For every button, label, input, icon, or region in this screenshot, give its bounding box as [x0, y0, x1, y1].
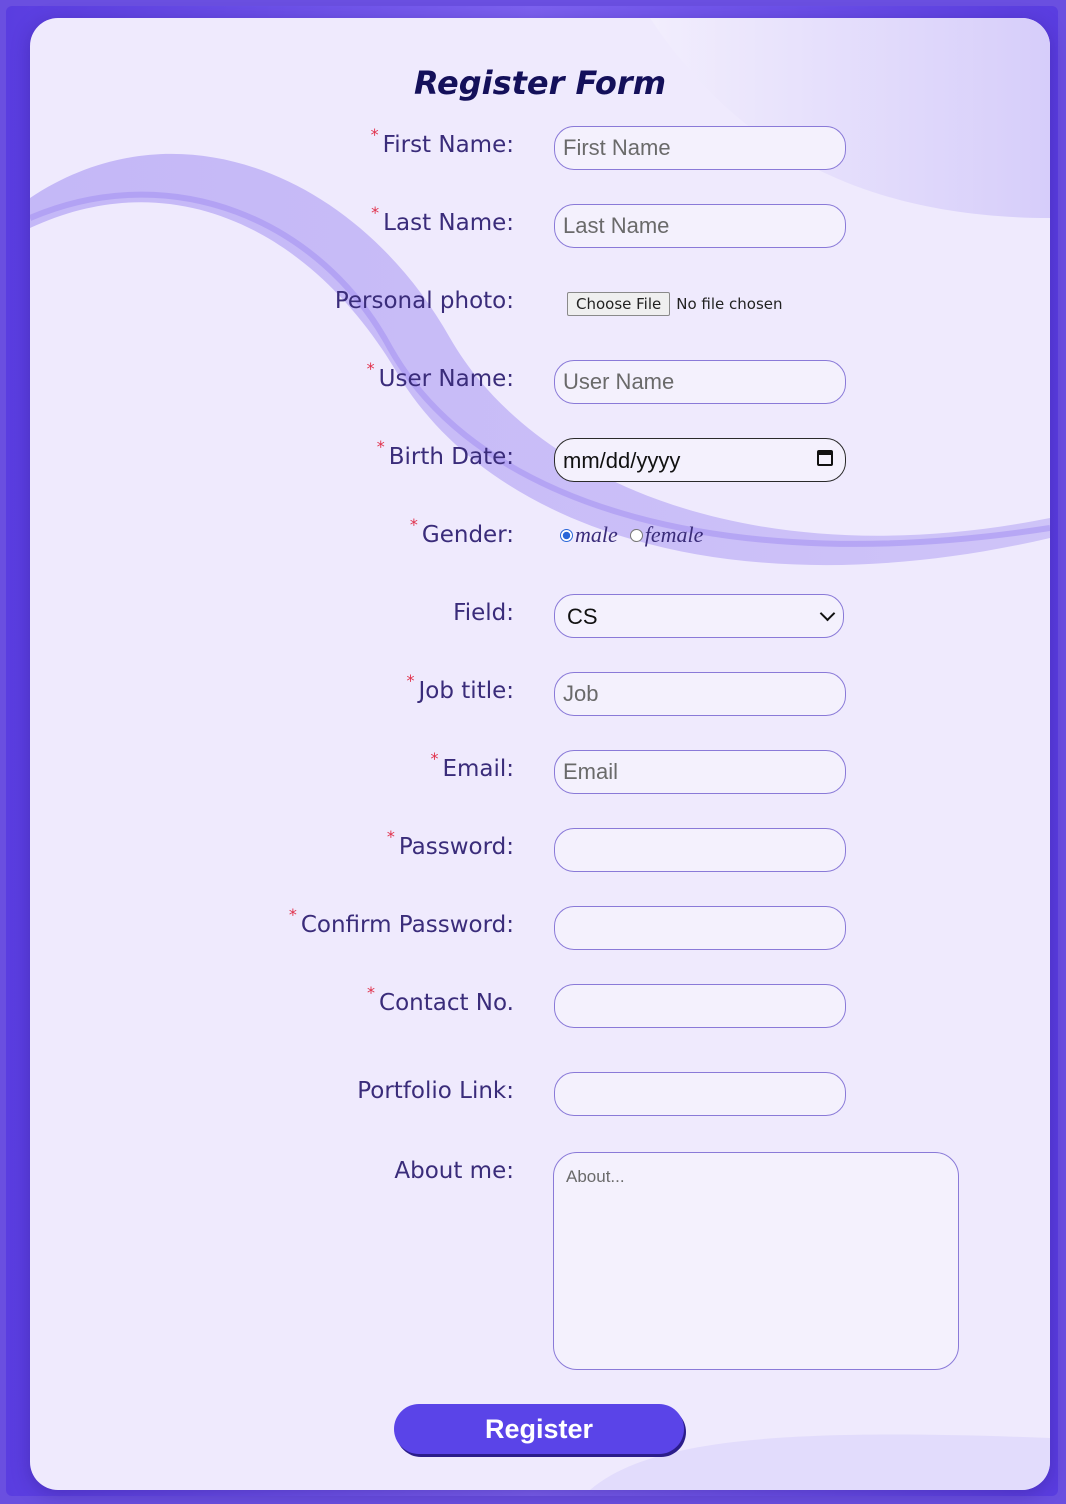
email-label: * Email: — [430, 749, 514, 782]
about-label: About me: — [394, 1158, 514, 1184]
required-mark: * — [367, 983, 376, 1002]
last-name-row: * Last Name: — [30, 203, 1050, 248]
field-row: Field: CS — [30, 594, 1050, 638]
calendar-icon[interactable] — [817, 450, 833, 466]
portfolio-label: Portfolio Link: — [357, 1078, 514, 1104]
birth-date-value: mm/dd/yyyy — [563, 448, 681, 473]
confirm-password-input[interactable] — [554, 906, 846, 950]
gender-male-label[interactable]: male — [575, 522, 618, 548]
portfolio-row: Portfolio Link: — [30, 1072, 1050, 1116]
required-mark: * — [409, 515, 418, 534]
password-input[interactable] — [554, 828, 846, 872]
required-mark: * — [386, 827, 395, 846]
confirm-password-row: * Confirm Password: — [30, 905, 1050, 950]
about-placeholder: About... — [566, 1167, 625, 1186]
required-mark: * — [376, 437, 385, 456]
gender-female-label[interactable]: female — [645, 522, 704, 548]
photo-file-input: Choose File No file chosen — [567, 292, 783, 316]
register-card: Register Form *First Name: *Last Name: P… — [30, 18, 1050, 1490]
job-title-row: * Job title: — [30, 671, 1050, 716]
photo-row: Personal photo: Choose File No file chos… — [30, 282, 1050, 326]
birth-date-input[interactable]: mm/dd/yyyy — [554, 438, 846, 482]
contact-label: * Contact No. — [367, 983, 514, 1016]
job-title-label: * Job title: — [406, 671, 514, 704]
photo-label: Personal photo: — [334, 288, 514, 314]
register-button[interactable]: Register — [394, 1404, 684, 1454]
chevron-down-icon — [819, 605, 836, 622]
form-title: Register Form — [413, 64, 667, 102]
email-input[interactable] — [554, 750, 846, 794]
password-row: * Password: — [30, 827, 1050, 872]
last-name-label: * Last Name: — [371, 203, 514, 236]
first-name-input[interactable] — [554, 126, 846, 170]
required-mark: * — [371, 203, 380, 222]
birth-date-label: * Birth Date: — [376, 437, 514, 470]
first-name-label: * First Name: — [370, 125, 514, 158]
gender-options: male female — [560, 522, 703, 548]
contact-row: * Contact No. — [30, 983, 1050, 1028]
required-mark: * — [430, 749, 439, 768]
password-label: * Password: — [386, 827, 514, 860]
gender-female-radio[interactable] — [629, 528, 643, 542]
portfolio-input[interactable] — [554, 1072, 846, 1116]
first-name-row: * First Name: — [30, 125, 1050, 170]
field-label: Field: — [453, 600, 514, 626]
gender-row: * Gender: male female — [30, 515, 1050, 560]
gender-label: * Gender: — [409, 515, 514, 548]
file-status: No file chosen — [676, 295, 783, 313]
email-row: * Email: — [30, 749, 1050, 794]
birth-date-row: * Birth Date: mm/dd/yyyy — [30, 437, 1050, 482]
field-value: CS — [567, 604, 598, 629]
field-select[interactable]: CS — [554, 594, 844, 638]
user-name-label: * User Name: — [366, 359, 514, 392]
user-name-row: * User Name: — [30, 359, 1050, 404]
choose-file-button[interactable]: Choose File — [567, 292, 671, 316]
gender-male-radio[interactable] — [560, 528, 573, 542]
confirm-password-label: * Confirm Password: — [288, 905, 514, 938]
required-mark: * — [288, 905, 297, 924]
required-mark: * — [366, 359, 375, 378]
about-row: About me: About... — [30, 1152, 1050, 1370]
required-mark: * — [370, 125, 379, 144]
contact-input[interactable] — [554, 984, 846, 1028]
about-textarea[interactable]: About... — [553, 1152, 959, 1370]
user-name-input[interactable] — [554, 360, 846, 404]
job-title-input[interactable] — [554, 672, 846, 716]
required-mark: * — [406, 671, 415, 690]
last-name-input[interactable] — [554, 204, 846, 248]
